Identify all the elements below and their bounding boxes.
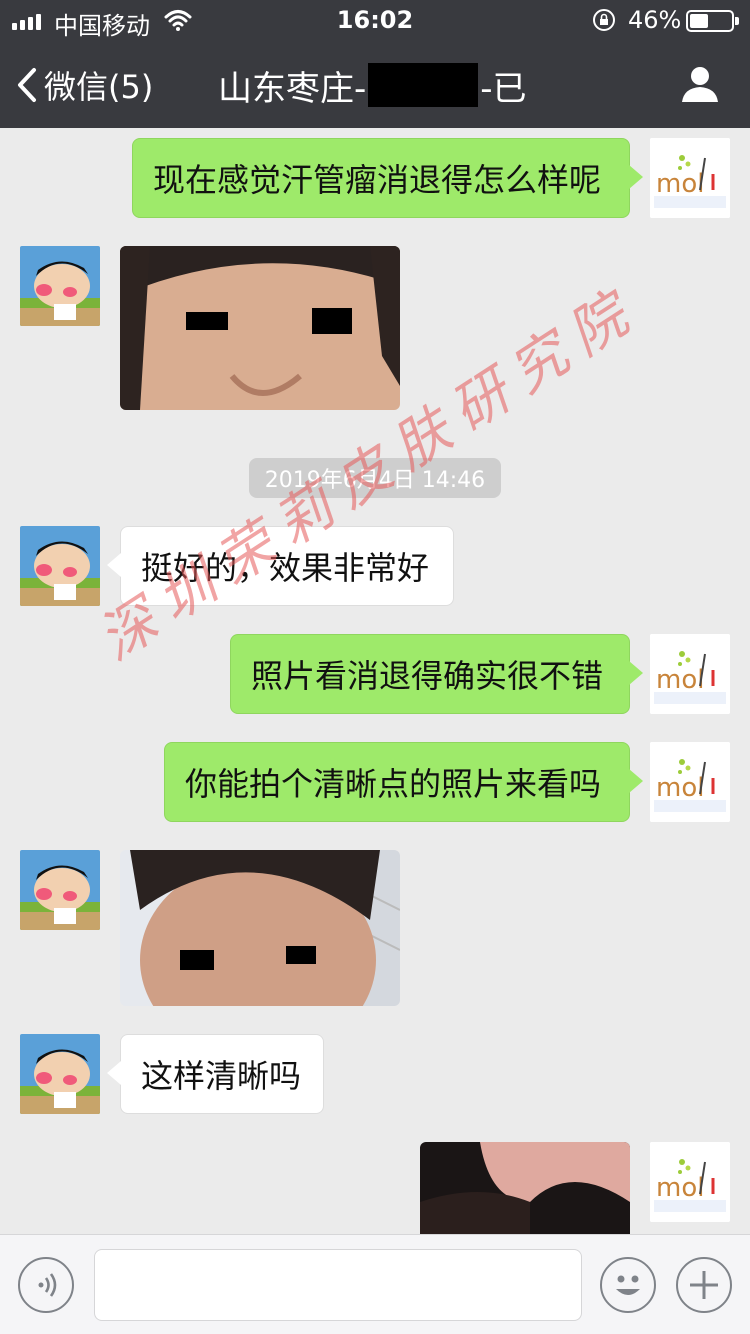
my-message-bubble[interactable]: 你能拍个清晰点的照片来看吗 <box>164 742 643 822</box>
message-text: 挺好的，效果非常好 <box>141 549 430 587</box>
contact-avatar[interactable] <box>20 1034 100 1114</box>
my-avatar[interactable]: mol <box>650 1142 730 1222</box>
contact-message-bubble[interactable]: 挺好的，效果非常好 <box>107 526 454 606</box>
chevron-left-icon <box>18 68 36 102</box>
back-button[interactable]: 微信(5) <box>16 60 153 110</box>
moli-logo-icon: mol <box>650 1142 730 1222</box>
contact-avatar[interactable] <box>20 850 100 930</box>
message-text: 现在感觉汗管瘤消退得怎么样呢 <box>153 161 602 199</box>
plus-icon <box>690 1271 718 1299</box>
top-bar: 中国移动 16:02 46% 微信(5) 山东枣庄- -已 <box>0 0 750 128</box>
cartoon-avatar-icon <box>20 850 100 930</box>
face-photo-2 <box>120 850 400 1006</box>
contact-avatar[interactable] <box>20 526 100 606</box>
svg-text:mol: mol <box>656 773 704 803</box>
title-prefix: 山东枣庄- <box>218 68 367 109</box>
cartoon-avatar-icon <box>20 246 100 326</box>
message-photo[interactable] <box>120 850 400 1006</box>
timestamp-text: 2019年6月4日 14:46 <box>264 468 486 493</box>
svg-text:mol: mol <box>656 665 704 695</box>
input-bar <box>0 1234 750 1334</box>
cartoon-avatar-icon <box>20 526 100 606</box>
chat-title: 山东枣庄- -已 <box>218 60 527 110</box>
my-message-bubble[interactable]: 照片看消退得确实很不错 <box>230 634 643 714</box>
back-label: 微信(5) <box>44 68 154 106</box>
message-photo[interactable] <box>420 1142 630 1234</box>
voice-icon <box>38 1273 57 1297</box>
message-text: 照片看消退得确实很不错 <box>251 657 604 695</box>
svg-text:mol: mol <box>656 169 704 199</box>
face-photo-1 <box>120 246 400 410</box>
status-bar: 中国移动 16:02 46% <box>0 0 750 40</box>
message-text: 你能拍个清晰点的照片来看吗 <box>185 765 602 803</box>
voice-button[interactable] <box>18 1257 74 1313</box>
cartoon-avatar-icon <box>20 1034 100 1114</box>
moli-logo-icon: mol <box>650 634 730 714</box>
message-photo[interactable] <box>120 246 400 410</box>
my-message-bubble[interactable]: 现在感觉汗管瘤消退得怎么样呢 <box>132 138 643 218</box>
emoji-icon <box>616 1275 640 1295</box>
contact-avatar[interactable] <box>20 246 100 326</box>
plus-button[interactable] <box>676 1257 732 1313</box>
my-avatar[interactable]: mol <box>650 634 730 714</box>
rotation-lock-icon <box>593 9 615 31</box>
emoji-button[interactable] <box>600 1257 656 1313</box>
moli-logo-icon: mol <box>650 742 730 822</box>
timestamp-badge: 2019年6月4日 14:46 <box>249 458 501 498</box>
chat-area[interactable]: 现在感觉汗管瘤消退得怎么样呢 mol 2019年6月4日 14:46 挺好的，效… <box>0 128 750 1234</box>
contact-message-bubble[interactable]: 这样清晰吗 <box>107 1034 324 1114</box>
my-avatar[interactable]: mol <box>650 742 730 822</box>
svg-text:mol: mol <box>656 1173 704 1203</box>
battery-icon <box>686 10 739 32</box>
battery-percent: 46% <box>628 6 682 34</box>
message-text: 这样清晰吗 <box>141 1057 302 1095</box>
my-avatar[interactable]: mol <box>650 138 730 218</box>
moli-logo-icon: mol <box>650 138 730 218</box>
title-suffix: -已 <box>480 68 527 109</box>
person-icon[interactable] <box>680 64 720 104</box>
face-photo-3 <box>420 1142 630 1234</box>
redaction-block <box>368 63 479 107</box>
message-input[interactable] <box>94 1249 582 1321</box>
